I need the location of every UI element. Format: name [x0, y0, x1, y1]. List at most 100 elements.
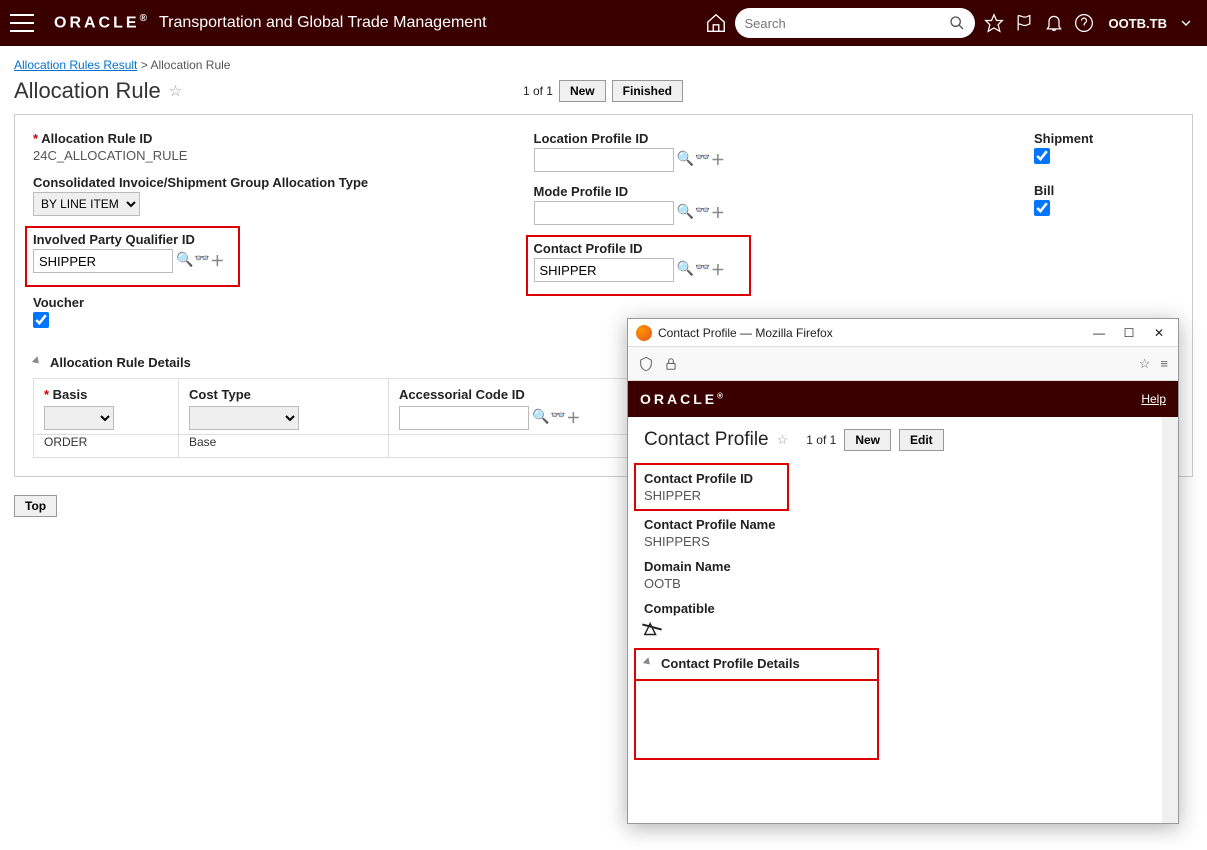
- basis-col-header: Basis: [44, 387, 87, 402]
- mode-profile-input[interactable]: [534, 201, 674, 225]
- contact-link[interactable]: BOB THE SHIPPER: [649, 721, 757, 735]
- plus-icon[interactable]: ＋: [711, 260, 725, 280]
- involved-party-input[interactable]: [33, 249, 173, 273]
- contact-profile-input[interactable]: [534, 258, 674, 282]
- location-profile-input[interactable]: [534, 148, 674, 172]
- popup-compatible-label: Compatible: [644, 601, 1162, 616]
- glasses-icon[interactable]: 👓: [550, 408, 565, 428]
- chevron-down-icon[interactable]: [1175, 12, 1197, 34]
- bell-icon[interactable]: [1043, 12, 1065, 34]
- popup-contact-profile-name-value: SHIPPERS: [644, 534, 1162, 549]
- search-box[interactable]: [735, 8, 975, 38]
- consolidated-type-label: Consolidated Invoice/Shipment Group Allo…: [33, 175, 494, 190]
- maximize-button[interactable]: ☐: [1114, 321, 1144, 345]
- shield-icon[interactable]: [638, 356, 654, 372]
- contact-profile-label: Contact Profile ID: [534, 241, 743, 256]
- basis-cell: ORDER: [34, 435, 179, 458]
- popup-page-title: Contact Profile: [644, 429, 769, 451]
- popup-edit-button[interactable]: Edit: [899, 429, 944, 451]
- popup-titlebar: Contact Profile — Mozilla Firefox — ☐ ✕: [628, 319, 1178, 347]
- help-icon[interactable]: [1073, 12, 1095, 34]
- firefox-icon: [636, 325, 652, 341]
- collapse-triangle-icon: [32, 356, 45, 369]
- help-link[interactable]: Help: [1141, 392, 1166, 406]
- glasses-icon[interactable]: 👓: [695, 150, 710, 170]
- popup-browser-toolbar: ☆ ≡: [628, 347, 1178, 381]
- involved-party-label: Involved Party Qualifier ID: [33, 232, 232, 247]
- page-title: Allocation Rule: [14, 78, 161, 104]
- voucher-checkbox[interactable]: [33, 312, 49, 328]
- popup-window: Contact Profile — Mozilla Firefox — ☐ ✕ …: [627, 318, 1179, 824]
- plus-icon[interactable]: ＋: [210, 251, 224, 271]
- bill-checkbox[interactable]: [1034, 200, 1050, 216]
- favorite-star-icon[interactable]: ☆: [777, 432, 789, 448]
- breadcrumb-parent[interactable]: Allocation Rules Result: [14, 58, 137, 72]
- allocation-rule-id-value: 24C_ALLOCATION_RULE: [33, 148, 494, 163]
- plus-icon[interactable]: ＋: [711, 203, 725, 223]
- top-button[interactable]: Top: [14, 495, 57, 517]
- browser-menu-icon[interactable]: ≡: [1160, 356, 1168, 371]
- consolidated-type-select[interactable]: BY LINE ITEM: [33, 192, 140, 216]
- bill-label: Bill: [1034, 183, 1174, 198]
- accessorial-col-header: Accessorial Code ID: [399, 387, 525, 402]
- mode-profile-label: Mode Profile ID: [534, 184, 995, 199]
- breadcrumb-current: Allocation Rule: [150, 58, 230, 72]
- oracle-logo: ORACLE®: [54, 13, 147, 32]
- close-button[interactable]: ✕: [1144, 321, 1174, 345]
- flag-icon[interactable]: [1013, 12, 1035, 34]
- search-icon[interactable]: 🔍: [532, 408, 549, 428]
- popup-contact-profile-id-label: Contact Profile ID: [644, 471, 779, 486]
- popup-domain-label: Domain Name: [644, 559, 1162, 574]
- allocation-rule-id-label: Allocation Rule ID: [33, 131, 494, 146]
- record-counter: 1 of 1: [523, 84, 553, 98]
- lock-icon[interactable]: [664, 357, 678, 371]
- location-profile-label: Location Profile ID: [534, 131, 995, 146]
- popup-counter: 1 of 1: [806, 433, 836, 447]
- minimize-button[interactable]: —: [1084, 321, 1114, 345]
- favorite-star-icon[interactable]: ☆: [169, 82, 182, 100]
- finished-button[interactable]: Finished: [612, 80, 683, 102]
- menu-hamburger-icon[interactable]: [10, 14, 34, 32]
- popup-details-table: Contact ID BOB THE SHIPPER CUSTOMER 2: [644, 679, 1132, 763]
- app-title: Transportation and Global Trade Manageme…: [159, 14, 487, 32]
- plus-icon[interactable]: ＋: [566, 408, 580, 428]
- glasses-icon[interactable]: 👓: [194, 251, 209, 271]
- voucher-label: Voucher: [33, 295, 494, 310]
- popup-window-title: Contact Profile — Mozilla Firefox: [658, 326, 1084, 340]
- search-icon[interactable]: 🔍: [677, 203, 694, 223]
- popup-app-header: ORACLE® Help: [628, 381, 1178, 417]
- cost-type-select[interactable]: [189, 406, 299, 430]
- popup-details-section-header[interactable]: Contact Profile Details: [644, 656, 869, 671]
- search-icon[interactable]: 🔍: [176, 251, 193, 271]
- app-header: ORACLE® Transportation and Global Trade …: [0, 0, 1207, 46]
- user-name[interactable]: OOTB.TB: [1109, 16, 1168, 31]
- search-icon[interactable]: 🔍: [677, 260, 694, 280]
- collapse-triangle-icon: [643, 657, 656, 670]
- title-row: Allocation Rule ☆ 1 of 1 New Finished: [0, 78, 1207, 110]
- shipment-label: Shipment: [1034, 131, 1174, 146]
- popup-scrollbar[interactable]: [1162, 417, 1178, 823]
- cost-type-col-header: Cost Type: [189, 387, 251, 402]
- oracle-logo: ORACLE®: [640, 391, 723, 407]
- star-icon[interactable]: [983, 12, 1005, 34]
- popup-contact-profile-id-value: SHIPPER: [644, 488, 779, 503]
- contact-id-col-header: Contact ID: [645, 680, 1132, 716]
- cost-type-cell: Base: [179, 435, 389, 458]
- bookmark-star-icon[interactable]: ☆: [1139, 356, 1151, 372]
- glasses-icon[interactable]: 👓: [695, 260, 710, 280]
- plus-icon[interactable]: ＋: [711, 150, 725, 170]
- search-icon[interactable]: [949, 15, 965, 31]
- popup-contact-profile-name-label: Contact Profile Name: [644, 517, 1162, 532]
- contact-link[interactable]: CUSTOMER 2: [649, 744, 727, 758]
- popup-domain-value: OOTB: [644, 576, 1162, 591]
- new-button[interactable]: New: [559, 80, 606, 102]
- home-icon[interactable]: [705, 12, 727, 34]
- not-compatible-icon: △: [644, 618, 656, 638]
- search-input[interactable]: [745, 16, 949, 31]
- accessorial-input[interactable]: [399, 406, 529, 430]
- basis-select[interactable]: [44, 406, 114, 430]
- popup-new-button[interactable]: New: [844, 429, 891, 451]
- glasses-icon[interactable]: 👓: [695, 203, 710, 223]
- shipment-checkbox[interactable]: [1034, 148, 1050, 164]
- search-icon[interactable]: 🔍: [677, 150, 694, 170]
